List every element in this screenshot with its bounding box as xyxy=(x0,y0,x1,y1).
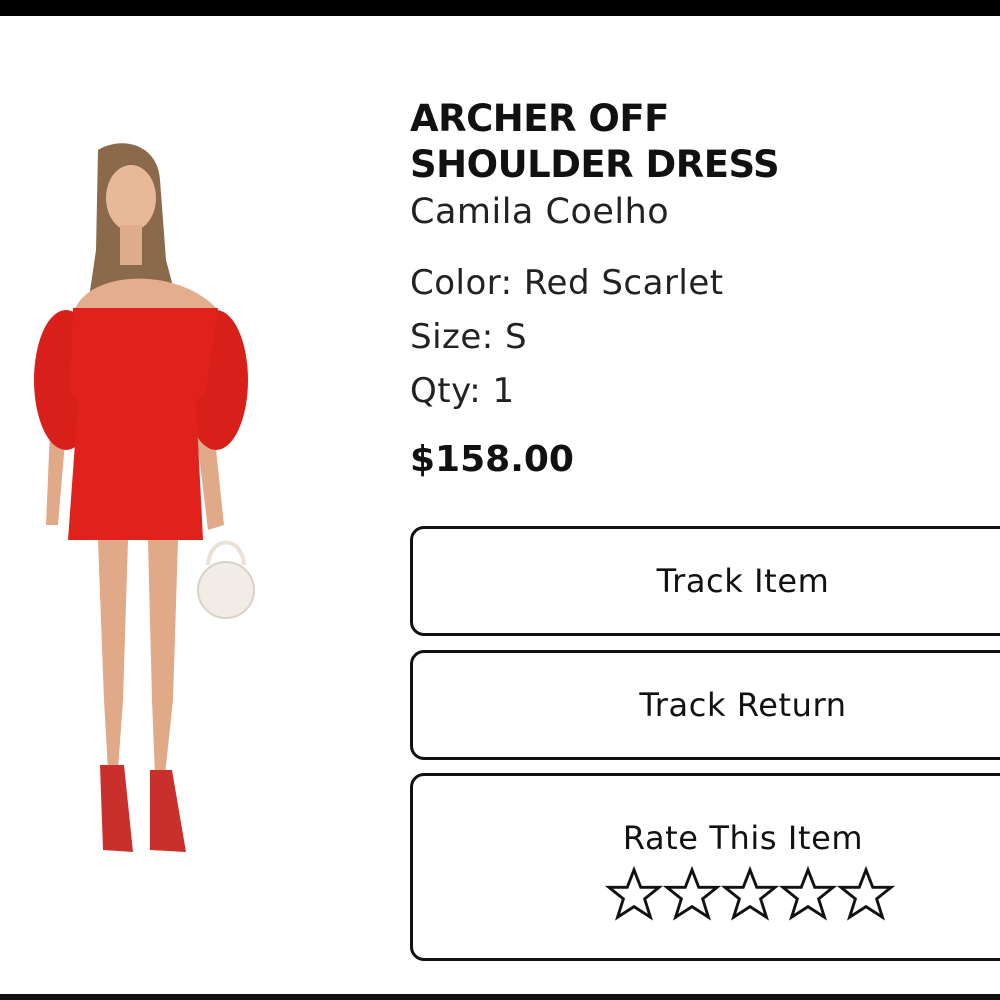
track-item-label: Track Item xyxy=(656,562,830,600)
product-title-line-1: ARCHER OFF xyxy=(410,97,669,140)
rate-item-label: Rate This Item xyxy=(622,819,864,857)
star-outline-icon[interactable] xyxy=(663,866,721,924)
product-title-line-2: SHOULDER DRESS xyxy=(410,143,780,186)
product-title: ARCHER OFF SHOULDER DRESS xyxy=(410,96,970,188)
product-image[interactable] xyxy=(28,140,268,870)
star-outline-icon[interactable] xyxy=(779,866,837,924)
star-rating[interactable] xyxy=(605,866,905,926)
star-outline-icon[interactable] xyxy=(837,866,895,924)
quantity-attribute: Qty: 1 xyxy=(410,371,515,411)
price: $158.00 xyxy=(410,439,574,480)
star-outline-icon[interactable] xyxy=(721,866,779,924)
track-item-button[interactable]: Track Item xyxy=(410,526,1000,636)
brand-name: Camila Coelho xyxy=(410,192,670,232)
top-bar xyxy=(0,0,1000,16)
bottom-divider xyxy=(0,994,1000,1000)
model-in-red-dress-illustration xyxy=(34,143,255,852)
track-return-label: Track Return xyxy=(639,686,847,724)
rate-item-panel: Rate This Item xyxy=(410,773,1000,961)
track-return-button[interactable]: Track Return xyxy=(410,650,1000,760)
color-attribute: Color: Red Scarlet xyxy=(410,263,724,303)
size-attribute: Size: S xyxy=(410,317,528,357)
star-outline-icon[interactable] xyxy=(605,866,663,924)
